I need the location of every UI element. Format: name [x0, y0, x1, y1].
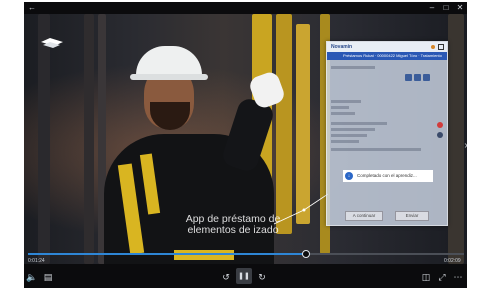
hanging-sling — [84, 14, 94, 264]
text-line — [331, 148, 421, 151]
subtitles-icon[interactable]: ▤ — [42, 271, 54, 283]
edit-icon — [437, 132, 443, 138]
close-icon — [414, 74, 421, 81]
minimize-icon[interactable]: – — [426, 3, 438, 13]
alert-icon — [437, 122, 443, 128]
brand-logo-icon — [41, 38, 63, 48]
hanging-sling — [38, 14, 50, 264]
app-header: Préstamos Rukat · 00000422 Miguel Tóro ·… — [327, 52, 447, 60]
mini-view-icon[interactable]: ◫ — [420, 271, 432, 283]
more-icon[interactable]: ⋯ — [452, 271, 464, 283]
hard-hat-brim — [130, 74, 208, 80]
text-line — [331, 66, 375, 69]
text-line — [331, 134, 367, 137]
media-player-window: ← – □ ✕ App de préstamo de elementos de … — [24, 2, 467, 288]
app-send-button: Enviar — [395, 211, 429, 221]
progress-thumb[interactable] — [301, 250, 310, 258]
pointer-line — [274, 193, 329, 225]
skip-back-10-icon[interactable]: ↺ — [220, 271, 232, 283]
app-toolbar — [403, 68, 430, 81]
logout-icon — [438, 44, 444, 50]
pause-icon[interactable]: ❚❚ — [238, 271, 250, 283]
skip-forward-30-icon[interactable]: ↻ — [256, 271, 268, 283]
text-line — [331, 106, 349, 109]
arrow-left-icon[interactable]: ← — [26, 3, 38, 13]
app-brand: Novamin — [331, 44, 353, 50]
app-body: ↓ Completado con el aprendiz... — [327, 60, 447, 225]
text-line — [331, 100, 361, 103]
search-icon — [405, 74, 412, 81]
maximize-icon[interactable]: □ — [440, 3, 452, 13]
grid-icon — [423, 74, 430, 81]
user-avatar-icon — [431, 45, 435, 49]
player-controls: 🔈 ▤ ↺ ❚❚ ↻ ◫ ⤢ ⋯ — [24, 264, 467, 288]
app-mockup-panel: Novamin Préstamos Rukat · 00000422 Migue… — [326, 41, 448, 226]
title-bar: ← – □ ✕ — [24, 2, 467, 14]
hanging-sling — [448, 14, 464, 264]
chevron-right-icon[interactable]: › — [460, 140, 467, 152]
fullscreen-icon[interactable]: ⤢ — [436, 271, 448, 283]
app-top-bar: Novamin — [327, 42, 447, 52]
text-line — [331, 128, 375, 131]
text-line — [331, 112, 355, 115]
text-line — [331, 122, 387, 125]
download-icon: ↓ — [345, 172, 353, 180]
vest-stripe — [174, 250, 234, 260]
close-icon[interactable]: ✕ — [454, 3, 466, 13]
text-line — [331, 140, 359, 143]
notification-text: Completado con el aprendiz... — [357, 173, 417, 178]
progress-fill — [28, 253, 305, 255]
notification-toast: ↓ Completado con el aprendiz... — [343, 170, 433, 182]
caption-line-2: elementos de izado — [187, 224, 279, 236]
app-continue-button: A continuar — [345, 211, 383, 221]
video-frame[interactable]: App de préstamo de elementos de izado No… — [24, 14, 467, 264]
volume-icon[interactable]: 🔈 — [26, 271, 38, 283]
